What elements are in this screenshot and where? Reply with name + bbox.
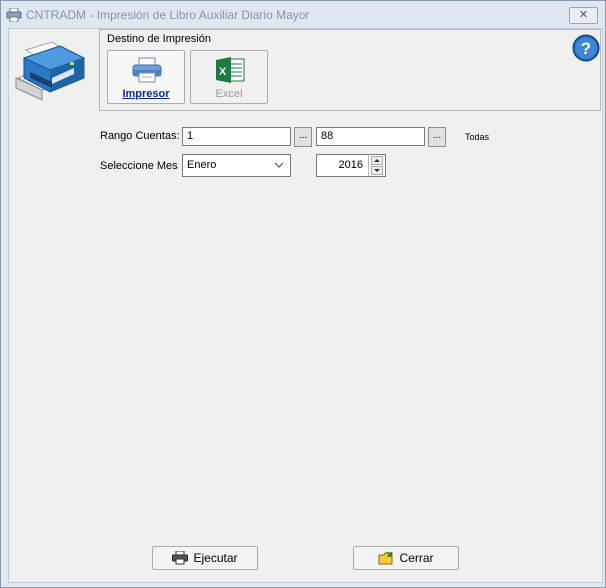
printer-icon <box>6 8 22 22</box>
ejecutar-button[interactable]: Ejecutar <box>152 546 258 570</box>
svg-text:?: ? <box>581 39 591 58</box>
client-area: Destino de Impresión Impresor X Excel ? … <box>8 28 603 583</box>
year-down-button[interactable] <box>371 166 383 175</box>
svg-text:X: X <box>219 66 227 78</box>
mes-label: Seleccione Mes <box>100 160 178 172</box>
cerrar-button[interactable]: Cerrar <box>353 546 459 570</box>
printer-icon <box>15 41 86 101</box>
printer-icon <box>132 57 162 83</box>
help-icon[interactable]: ? <box>572 34 600 62</box>
title-bar: CNTRADM - Impresión de Libro Auxiliar Di… <box>1 1 605 28</box>
close-button[interactable]: ✕ <box>569 7 598 24</box>
arrow-down-icon <box>374 169 380 172</box>
rango-hasta-input[interactable]: 88 <box>316 127 425 146</box>
destino-group: Destino de Impresión Impresor X Excel ? <box>99 29 601 111</box>
todas-label[interactable]: Todas <box>465 132 489 142</box>
destino-label: Destino de Impresión <box>107 33 211 45</box>
cerrar-label: Cerrar <box>399 551 434 565</box>
mes-value: Enero <box>187 159 217 171</box>
rango-hasta-lookup-button[interactable]: ... <box>428 127 446 147</box>
chevron-down-icon <box>274 162 284 168</box>
impresor-button[interactable]: Impresor <box>107 50 185 104</box>
window-title: CNTRADM - Impresión de Libro Auxiliar Di… <box>26 8 310 22</box>
mes-select[interactable]: Enero <box>182 154 291 177</box>
printer-icon <box>172 550 189 565</box>
ejecutar-label: Ejecutar <box>193 551 238 565</box>
rango-desde-input[interactable]: 1 <box>182 127 291 146</box>
main-window: CNTRADM - Impresión de Libro Auxiliar Di… <box>0 0 606 588</box>
rango-desde-lookup-button[interactable]: ... <box>294 127 312 147</box>
arrow-up-icon <box>374 159 380 162</box>
folder-icon <box>378 551 393 565</box>
excel-label: Excel <box>215 88 243 100</box>
excel-icon: X <box>216 57 245 83</box>
excel-button[interactable]: X Excel <box>190 50 268 104</box>
year-spinner[interactable]: 2016 <box>316 154 386 177</box>
impresor-label: Impresor <box>122 88 170 100</box>
rango-label: Rango Cuentas: <box>100 130 180 142</box>
year-up-button[interactable] <box>371 156 383 165</box>
year-value: 2016 <box>338 159 363 171</box>
